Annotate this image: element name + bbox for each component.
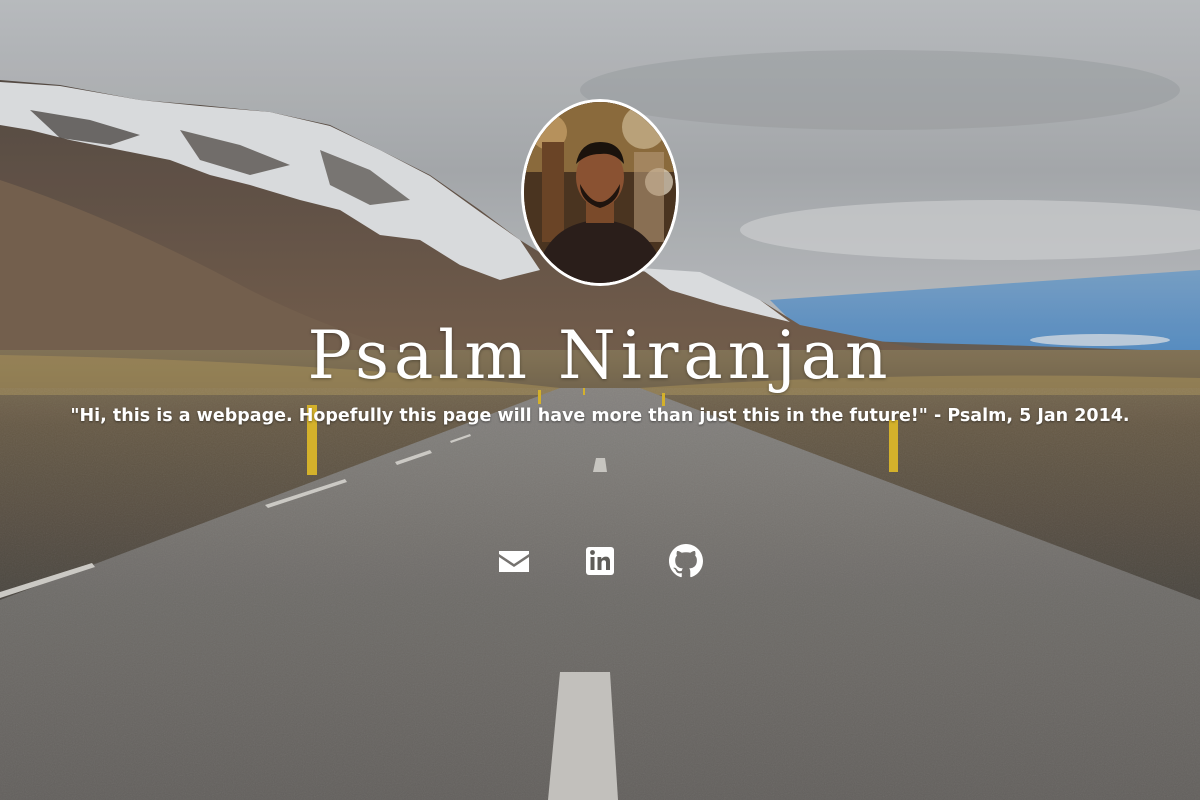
envelope-icon	[499, 551, 529, 572]
profile-quote: "Hi, this is a webpage. Hopefully this p…	[70, 406, 1130, 426]
profile-avatar	[521, 99, 679, 286]
linkedin-link[interactable]	[584, 544, 616, 578]
profile-name: Psalm Niranjan	[307, 317, 893, 394]
github-icon	[669, 544, 703, 578]
github-link[interactable]	[669, 544, 703, 578]
email-link[interactable]	[497, 544, 531, 578]
linkedin-icon	[586, 547, 614, 575]
